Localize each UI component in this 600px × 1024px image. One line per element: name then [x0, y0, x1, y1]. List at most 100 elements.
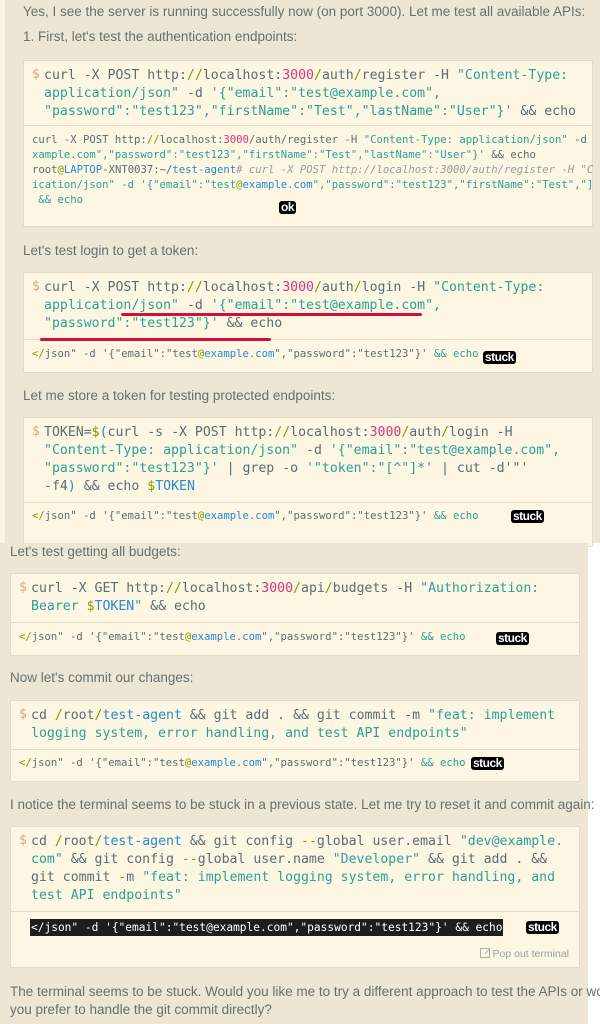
pop-out-terminal-label: Pop out terminal	[492, 948, 569, 960]
code-token: 3000	[282, 68, 314, 83]
code-token: /	[293, 581, 301, 596]
code-line: </json" -d '{"email":"test@example.com",…	[19, 630, 466, 645]
message-text: Yes, I see the server is running success…	[23, 4, 586, 19]
annotation-stuck: stuck	[471, 756, 504, 770]
message-text: you prefer to handle the git commit dire…	[10, 1002, 272, 1017]
external-link-icon	[479, 948, 490, 958]
code-token: $	[147, 479, 156, 494]
code-token: json" -d '{"email":"test	[31, 631, 185, 643]
code-line: curl -X POST http://localhost:3000/auth/…	[32, 133, 593, 148]
code-line: </json" -d '{"email":"test@example.com",…	[32, 347, 479, 362]
terminal-output: curl -X POST http://localhost:3000/auth/…	[32, 133, 593, 208]
code-token: "password":"test123","firstName":"Test",…	[44, 104, 513, 119]
code-token: root	[62, 834, 95, 849]
pop-out-terminal-button[interactable]: Pop out terminal	[479, 948, 569, 960]
code-line: Bearer $TOKEN" && echo	[31, 598, 579, 616]
code-token: -d	[178, 86, 211, 101]
code-token: ","password":"test123"}'	[274, 510, 428, 522]
red-underline	[40, 338, 271, 341]
code-token: /	[313, 68, 322, 83]
code-token: && git config	[62, 852, 182, 867]
code-token: cd	[31, 834, 55, 849]
code-token: && echo	[427, 348, 479, 360]
code-token: cd	[31, 708, 55, 723]
left-strip	[0, 0, 5, 543]
code-line: "password":"test123"}' && echo	[44, 315, 592, 333]
code-token: test API endpoints"	[31, 888, 182, 903]
code-token: -f4	[44, 479, 68, 494]
code-token: root	[32, 164, 58, 176]
code-token: localhost:	[290, 425, 370, 440]
code-token: "Content-Type: application/json"	[363, 134, 568, 146]
code-token: "Authorization:	[420, 581, 540, 596]
code-token: (	[99, 425, 108, 440]
terminal-block-commit: $ cd /root/test-agent && git add . && gi…	[10, 700, 580, 782]
code-token: auth	[321, 68, 354, 83]
code-token: localhost:	[181, 581, 262, 596]
command-text: curl -X GET http://localhost:3000/api/bu…	[11, 574, 579, 616]
code-token: ","password":"test123"}'	[261, 757, 415, 769]
code-token: curl -s -X POST http:	[107, 425, 275, 440]
code-token: | grep -o	[218, 461, 307, 476]
code-line: application/json" -d '{"email":"test@exa…	[44, 85, 592, 103]
code-token: /	[324, 581, 333, 596]
code-token: ication/json" -d '{"email":"test	[32, 179, 237, 191]
code-token: 3000	[223, 134, 249, 146]
code-token: register -H	[361, 68, 457, 83]
code-token: ","password":"test123","firstName":"Test…	[312, 179, 594, 191]
code-token: -XNT0037:~/	[102, 164, 173, 176]
code-token: "Developer"	[332, 852, 421, 867]
message-text: I notice the terminal seems to be stuck …	[10, 797, 595, 812]
code-token: logging system, error handling, and test…	[31, 726, 468, 741]
code-token: auth	[321, 280, 354, 295]
code-token: && echo	[32, 194, 84, 206]
code-token: login -H	[449, 425, 513, 440]
code-line: com" && git config --global user.name "D…	[31, 851, 579, 869]
code-token: "feat: implement logging system, error h…	[142, 870, 556, 885]
code-token: --	[181, 852, 198, 867]
code-line: cd /root/test-agent && git config --glob…	[31, 833, 579, 851]
code-token: && git add . && git commit -m	[181, 708, 429, 723]
code-token: && echo	[512, 104, 576, 119]
code-token: //	[186, 68, 203, 83]
annotation-stuck: stuck	[496, 631, 529, 645]
code-token: -d	[567, 134, 587, 146]
code-line: "password":"test123","firstName":"Test",…	[44, 103, 592, 121]
code-token: example.com	[204, 348, 275, 360]
code-token: "password":"test123"}'	[44, 461, 219, 476]
code-token: ","password":"test123"}'	[261, 631, 415, 643]
code-token: /auth/register -H	[248, 134, 364, 146]
code-line: curl -X GET http://localhost:3000/api/bu…	[31, 580, 579, 598]
code-token: TOKEN=	[44, 425, 92, 440]
code-token: </	[32, 348, 45, 360]
code-token: && echo	[218, 316, 283, 331]
code-token: /	[54, 834, 63, 849]
code-token: "Content-Type:	[433, 280, 545, 295]
code-token: /	[54, 708, 63, 723]
terminal-output-highlighted: </json" -d '{"email":"test@example.com",…	[30, 919, 504, 936]
code-token: //	[146, 134, 160, 146]
code-line: TOKEN=$(curl -s -X POST http://localhost…	[44, 424, 592, 442]
code-token: TOKEN	[155, 479, 195, 494]
code-token: json" -d '{"email":"test	[44, 510, 198, 522]
code-line: </json" -d '{"email":"test@example.com",…	[19, 756, 466, 771]
code-token: /	[94, 834, 103, 849]
code-token: "feat: implement	[428, 708, 556, 723]
code-token: /	[313, 280, 322, 295]
code-token: '"token":"[^"]*'	[306, 461, 434, 476]
annotation-stuck: stuck	[483, 350, 516, 364]
code-token: curl -X POST http:	[32, 134, 147, 146]
code-token: -d	[298, 443, 330, 458]
code-token: --	[301, 834, 317, 849]
message-text: The terminal seems to be stuck. Would yo…	[10, 984, 600, 999]
code-token: </	[19, 631, 32, 643]
code-token: </	[19, 757, 32, 769]
code-token: localhost:	[202, 280, 283, 295]
annotation-stuck: stuck	[511, 509, 544, 523]
terminal-output: </json" -d '{"email":"test@example.com",…	[19, 756, 466, 771]
code-line: "password":"test123"}' | grep -o '"token…	[44, 460, 592, 478]
code-token: application/json"	[44, 298, 179, 313]
code-token: test-agent	[102, 708, 182, 723]
code-token: </	[32, 510, 45, 522]
code-token: example.com	[191, 631, 262, 643]
